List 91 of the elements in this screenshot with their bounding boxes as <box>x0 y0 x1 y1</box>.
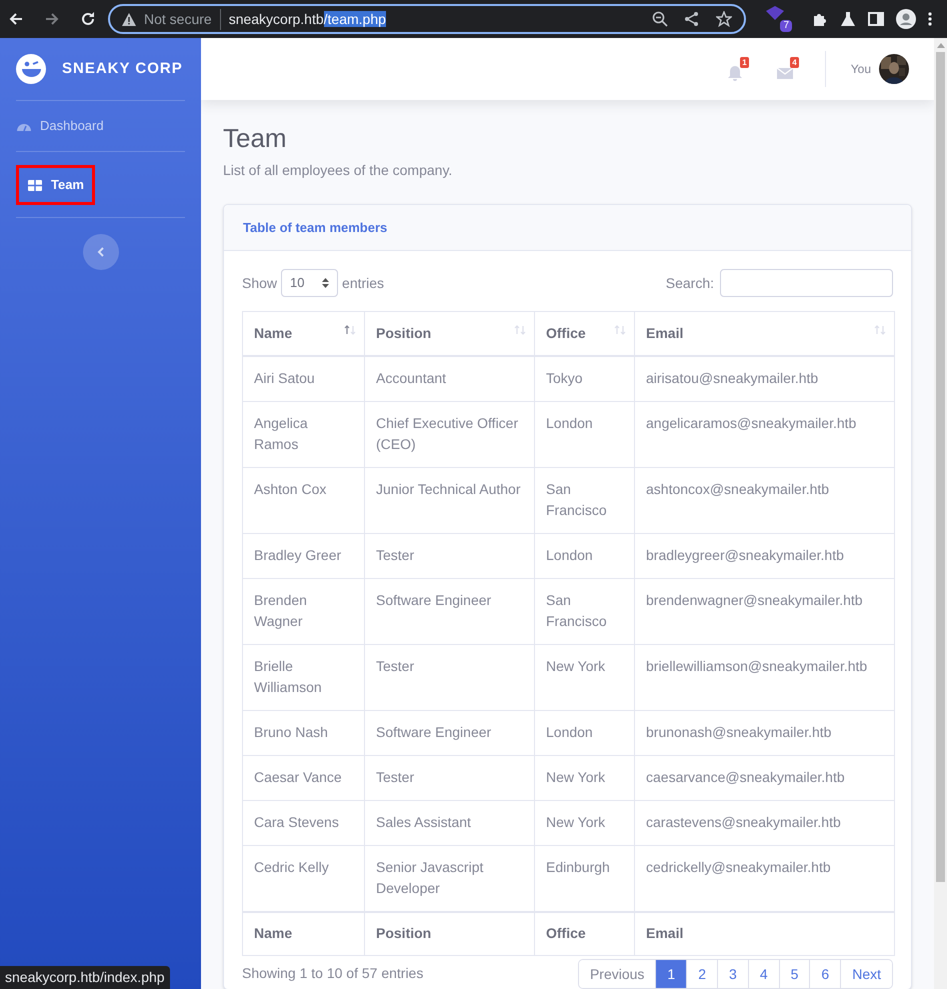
table-cell: Cara Stevens <box>242 800 364 845</box>
table-icon <box>27 178 43 192</box>
table-cell: New York <box>534 800 634 845</box>
table-cell: Accountant <box>364 356 534 401</box>
table-cell: Airi Satou <box>242 356 364 401</box>
extension-icon[interactable]: 7 <box>766 6 792 32</box>
count-badge: 4 <box>790 57 799 68</box>
warning-icon <box>122 12 136 26</box>
table-cell: Junior Technical Author <box>364 467 534 533</box>
table-cell: Software Engineer <box>364 710 534 755</box>
column-header[interactable]: Email <box>634 312 894 356</box>
table-cell: Tester <box>364 533 534 578</box>
envelope-icon <box>776 65 793 81</box>
table-cell: brendenwagner@sneakymailer.htb <box>634 578 894 644</box>
table-cell: Bruno Nash <box>242 710 364 755</box>
table-cell: London <box>534 401 634 467</box>
share-icon[interactable] <box>684 11 700 27</box>
table-cell: Tester <box>364 644 534 710</box>
table-cell: San Francisco <box>534 578 634 644</box>
table-cell: briellewilliamson@sneakymailer.htb <box>634 644 894 710</box>
table-cell: Caesar Vance <box>242 755 364 800</box>
status-url: sneakycorp.htb/index.php <box>0 966 170 989</box>
count-badge: 1 <box>740 57 749 68</box>
table-cell: Brenden Wagner <box>242 578 364 644</box>
sort-arrows-icon <box>344 325 356 335</box>
sort-arrows-icon <box>874 325 886 335</box>
column-header[interactable]: Office <box>534 312 634 356</box>
show-label: Show <box>242 274 278 292</box>
table-cell: London <box>534 710 634 755</box>
security-label: Not secure <box>144 8 221 30</box>
column-footer: Office <box>534 912 634 956</box>
search-field[interactable] <box>720 269 893 297</box>
puzzle-icon[interactable] <box>812 11 828 27</box>
table-cell: ashtoncox@sneakymailer.htb <box>634 467 894 533</box>
table-cell: Tokyo <box>534 356 634 401</box>
column-footer: Email <box>634 912 894 956</box>
brand-name[interactable]: SNEAKY CORP <box>62 58 183 80</box>
table-cell: angelicaramos@sneakymailer.htb <box>634 401 894 467</box>
sidebar-link[interactable]: Team <box>16 164 95 204</box>
page-title: Team <box>223 122 288 154</box>
table-cell: Chief Executive Officer (CEO) <box>364 401 534 467</box>
table-cell: Bradley Greer <box>242 533 364 578</box>
forward-icon[interactable] <box>44 11 60 27</box>
card-title: Table of team members <box>243 218 388 237</box>
table-cell: Ashton Cox <box>242 467 364 533</box>
sidebar-link[interactable]: Dashboard <box>16 116 104 136</box>
entries-select[interactable]: 10 <box>281 269 338 297</box>
table-cell: San Francisco <box>534 467 634 533</box>
messages-button[interactable]: 4 <box>776 57 799 81</box>
table-cell: brunonash@sneakymailer.htb <box>634 710 894 755</box>
table-cell: Tester <box>364 755 534 800</box>
menu-icon[interactable] <box>928 11 932 27</box>
user-menu[interactable]: You <box>850 54 909 84</box>
table-cell: caesarvance@sneakymailer.htb <box>634 755 894 800</box>
table-cell: Cedric Kelly <box>242 845 364 912</box>
page-button[interactable]: 1 <box>655 960 686 988</box>
gem-icon <box>766 6 784 20</box>
table-cell: London <box>534 533 634 578</box>
alerts-button[interactable]: 1 <box>726 57 749 81</box>
page-button[interactable]: Next <box>840 960 892 988</box>
column-footer: Name <box>242 912 364 956</box>
column-header[interactable]: Name <box>242 312 364 356</box>
bell-icon <box>726 65 743 81</box>
table-cell: New York <box>534 644 634 710</box>
entries-info: Showing 1 to 10 of 57 entries <box>242 964 424 983</box>
reload-icon[interactable] <box>80 11 96 27</box>
table-cell: Brielle Williamson <box>242 644 364 710</box>
column-footer: Position <box>364 912 534 956</box>
sort-arrows-icon <box>514 325 526 335</box>
back-icon[interactable] <box>8 11 24 27</box>
table-cell: Software Engineer <box>364 578 534 644</box>
table-cell: Angelica Ramos <box>242 401 364 467</box>
entries-label: entries <box>342 274 384 292</box>
zoom-out-icon[interactable] <box>652 11 668 27</box>
table-cell: bradleygreer@sneakymailer.htb <box>634 533 894 578</box>
updown-caret-icon <box>322 278 330 288</box>
column-header[interactable]: Position <box>364 312 534 356</box>
sidepanel-icon[interactable] <box>868 11 884 27</box>
profile-icon[interactable] <box>896 9 916 29</box>
table-cell: airisatou@sneakymailer.htb <box>634 356 894 401</box>
search-label: Search: <box>666 274 714 292</box>
table-cell: New York <box>534 755 634 800</box>
extension-badge: 7 <box>780 20 792 32</box>
star-icon[interactable] <box>716 11 732 27</box>
table-cell: Sales Assistant <box>364 800 534 845</box>
table-cell: carastevens@sneakymailer.htb <box>634 800 894 845</box>
chevron-left-icon <box>96 247 104 257</box>
page-subtitle: List of all employees of the company. <box>223 161 454 180</box>
sort-arrows-icon <box>614 325 626 335</box>
flask-icon[interactable] <box>840 11 856 27</box>
smiley-logo-icon[interactable] <box>16 54 46 84</box>
